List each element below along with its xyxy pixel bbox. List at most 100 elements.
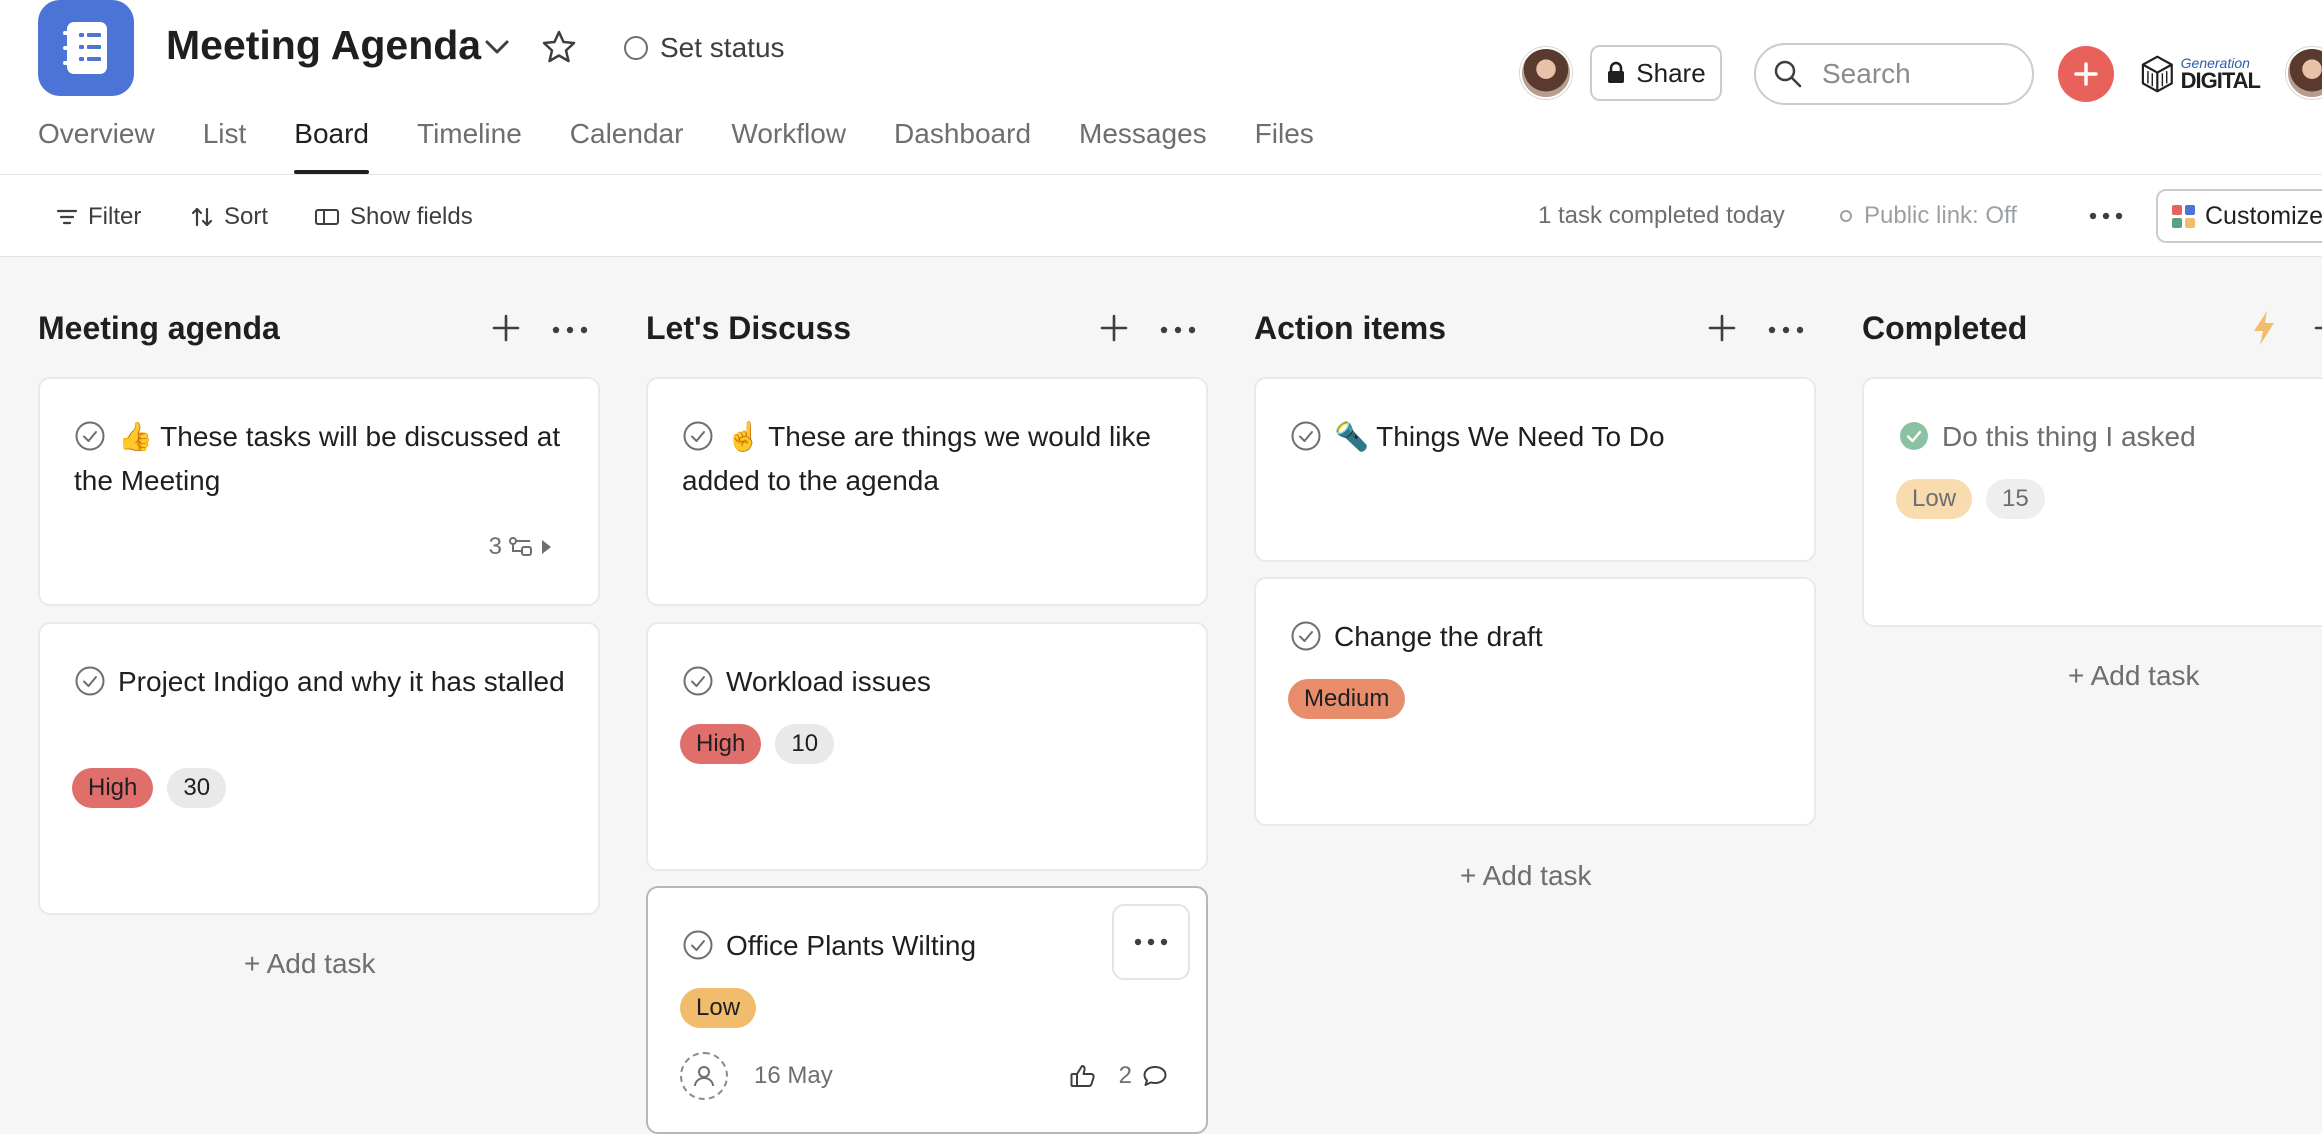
column-title[interactable]: Completed [1862,310,2027,347]
task-tags: Medium [1288,679,1406,719]
sort-icon [191,207,213,227]
notebook-list-icon [63,22,107,74]
task-card[interactable]: 👍 These tasks will be discussed at the M… [38,377,600,606]
task-card[interactable]: ☝️ These are things we would like added … [646,377,1208,606]
task-title: Workload issues [726,666,931,697]
lightning-bolt-icon[interactable] [2246,308,2282,348]
task-title: 🔦 Things We Need To Do [1334,421,1665,452]
column-title[interactable]: Let's Discuss [646,310,851,347]
sort-button[interactable]: Sort [190,197,268,237]
plus-icon[interactable] [2310,310,2322,346]
more-horizontal-icon[interactable] [1766,316,1806,344]
share-button[interactable]: Share [1590,45,1722,101]
check-circle-icon[interactable] [1290,620,1322,652]
task-card[interactable]: 🔦 Things We Need To Do [1254,377,1816,562]
check-circle-filled-icon[interactable] [1898,420,1930,452]
organization-logo[interactable]: Generation DIGITAL [2140,44,2261,104]
plus-icon[interactable] [1096,310,1132,346]
tab-calendar[interactable]: Calendar [570,118,732,174]
project-header: Meeting Agenda Set status Share Search G… [0,0,2322,175]
task-title: Office Plants Wilting [726,930,977,961]
points-tag[interactable]: 15 [1986,479,2045,519]
fields-icon [315,209,339,225]
check-circle-icon[interactable] [682,929,714,961]
chevron-down-icon[interactable] [480,30,514,64]
tab-timeline[interactable]: Timeline [417,118,570,174]
search-icon [1774,60,1802,88]
check-circle-icon[interactable] [682,420,714,452]
column-title[interactable]: Meeting agenda [38,310,280,347]
caret-right-icon [542,540,551,554]
more-horizontal-icon [2089,212,2123,220]
cube-logo-icon [2141,55,2173,93]
more-horizontal-icon [1134,938,1168,946]
task-title: Do this thing I asked [1942,421,2196,452]
add-task-button[interactable]: + Add task [244,948,376,980]
tab-list[interactable]: List [203,118,295,174]
subtask-toggle[interactable]: 3 [489,533,552,561]
priority-tag[interactable]: High [680,724,762,764]
points-tag[interactable]: 10 [775,724,835,764]
search-input[interactable] [1822,58,2012,90]
filter-button[interactable]: Filter [56,197,141,237]
tab-dashboard[interactable]: Dashboard [894,118,1079,174]
tab-board[interactable]: Board [294,118,417,174]
assignee-button[interactable] [680,1052,728,1100]
tab-files[interactable]: Files [1255,118,1362,174]
show-fields-label: Show fields [350,203,473,230]
check-circle-icon[interactable] [682,665,714,697]
search-box[interactable] [1754,43,2034,105]
column-title[interactable]: Action items [1254,310,1446,347]
thumbs-up-icon[interactable] [1069,1063,1097,1089]
customize-grid-icon [2172,204,2195,228]
public-link-status[interactable]: Public link: Off [1840,202,2017,230]
due-date[interactable]: 16 May [754,1062,833,1090]
public-link-label: Public link: Off [1864,202,2017,229]
task-title: 👍 These tasks will be discussed at the M… [74,421,561,496]
user-avatar[interactable] [2286,47,2322,99]
task-card[interactable]: Change the draft Medium [1254,577,1816,826]
points-tag[interactable]: 30 [167,768,227,808]
set-status-button[interactable]: Set status [624,30,785,66]
priority-tag[interactable]: Low [1896,479,1973,519]
add-button[interactable] [2058,46,2114,102]
customize-button[interactable]: Customize [2156,189,2322,243]
star-icon[interactable] [540,28,578,66]
check-circle-icon[interactable] [74,665,106,697]
plus-icon [2074,62,2098,86]
more-horizontal-icon[interactable] [1158,316,1198,344]
priority-tag[interactable]: Low [680,988,757,1028]
task-card[interactable]: Do this thing I asked Low 15 [1862,377,2322,627]
project-title[interactable]: Meeting Agenda [166,22,481,69]
customize-label: Customize [2205,201,2322,230]
member-avatar[interactable] [1520,47,1572,99]
plus-icon[interactable] [1704,310,1740,346]
card-footer: 16 May 2 [680,1052,1168,1100]
toolbar-more-button[interactable] [2086,200,2126,232]
tab-workflow[interactable]: Workflow [731,118,894,174]
task-title: Change the draft [1334,621,1543,652]
tab-overview[interactable]: Overview [38,118,203,174]
check-circle-icon[interactable] [1290,420,1322,452]
show-fields-button[interactable]: Show fields [314,197,473,237]
person-icon [694,1066,714,1087]
plus-icon[interactable] [488,310,524,346]
status-circle-icon [624,36,648,60]
project-icon[interactable] [38,0,134,96]
task-card[interactable]: Project Indigo and why it has stalled Hi… [38,622,600,915]
priority-tag[interactable]: Medium [1288,679,1406,719]
add-task-button[interactable]: + Add task [2068,660,2200,692]
completed-today-text: 1 task completed today [1538,202,1785,229]
more-horizontal-icon[interactable] [550,316,590,344]
task-card[interactable]: Office Plants Wilting Low 16 May 2 [646,886,1208,1134]
priority-tag[interactable]: High [72,768,154,808]
add-task-button[interactable]: + Add task [1460,860,1592,892]
task-tags: Low 15 [1896,479,2045,519]
check-circle-icon[interactable] [74,420,106,452]
task-card[interactable]: Workload issues High 10 [646,622,1208,871]
comment-icon[interactable] [1142,1064,1168,1088]
task-tags: High 10 [680,724,835,764]
project-tabs: Overview List Board Timeline Calendar Wo… [38,118,1362,174]
card-more-button[interactable] [1112,904,1190,980]
tab-messages[interactable]: Messages [1079,118,1255,174]
